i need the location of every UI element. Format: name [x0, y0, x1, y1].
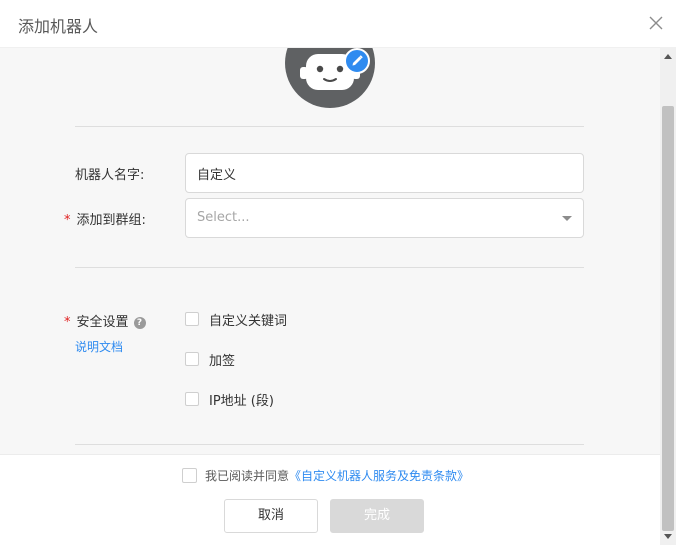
help-doc-link[interactable]: 说明文档: [75, 338, 123, 355]
security-label-text: 安全设置: [76, 315, 129, 330]
checkbox[interactable]: [185, 392, 199, 406]
section-divider: [75, 444, 584, 445]
dialog-footer: 我已阅读并同意《自定义机器人服务及免责条款》 取消 完成: [0, 454, 660, 545]
close-icon[interactable]: [648, 15, 664, 31]
caret-down-icon: [562, 216, 572, 221]
scroll-up-icon[interactable]: [664, 54, 672, 59]
checkbox[interactable]: [185, 312, 199, 326]
robot-avatar[interactable]: [285, 48, 375, 108]
scrollbar[interactable]: [660, 48, 676, 545]
checkbox[interactable]: [185, 352, 199, 366]
group-label-text: 添加到群组:: [76, 213, 146, 228]
option-label: 加签: [209, 354, 236, 369]
group-select-placeholder: Select...: [197, 210, 250, 225]
section-divider: [75, 267, 584, 268]
question-circle-icon[interactable]: ?: [133, 317, 146, 329]
agreement-text: 我已阅读并同意《自定义机器人服务及免责条款》: [205, 467, 469, 484]
cancel-button[interactable]: 取消: [224, 499, 318, 533]
scroll-down-icon[interactable]: [664, 534, 672, 539]
group-select[interactable]: Select...: [185, 198, 584, 238]
section-divider: [75, 126, 584, 127]
agreement-checkbox[interactable]: [182, 468, 197, 483]
scrollbar-thumb[interactable]: [662, 106, 674, 531]
required-mark: *: [64, 213, 71, 228]
done-button[interactable]: 完成: [330, 499, 424, 533]
dialog-title: 添加机器人: [18, 17, 99, 36]
option-label: 自定义关键词: [209, 314, 288, 329]
robot-name-input[interactable]: [185, 153, 584, 193]
agreement-prefix: 我已阅读并同意: [205, 469, 290, 483]
dialog-body: 机器人名字: * 添加到群组: Select... * 安全设置? 说明文档 自定义…: [0, 48, 660, 454]
add-robot-dialog: 添加机器人 机器人名字: 自定义 * 添加到群组: Select... * 安全…: [0, 0, 676, 545]
option-label: IP地址 (段): [209, 394, 274, 409]
pencil-icon[interactable]: [344, 48, 370, 74]
robot-name-label: 机器人名字:: [75, 168, 145, 183]
agreement-link[interactable]: 《自定义机器人服务及免责条款》: [289, 469, 469, 483]
required-mark: *: [64, 315, 71, 330]
dialog-header: 添加机器人: [0, 0, 676, 48]
security-label: * 安全设置?: [64, 311, 146, 330]
group-label: * 添加到群组:: [64, 209, 146, 228]
